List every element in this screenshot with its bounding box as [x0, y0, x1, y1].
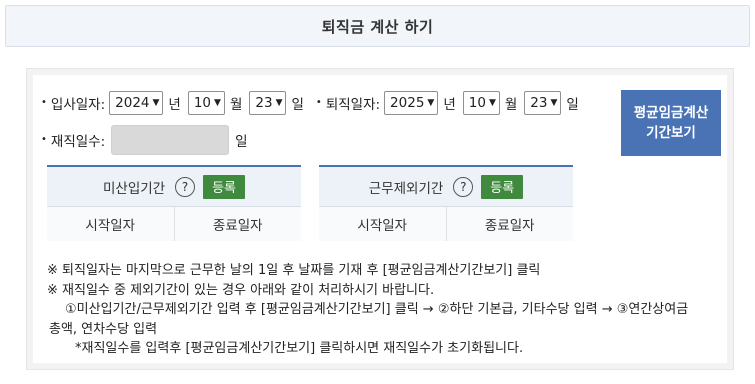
note-line: 총액, 연차수당 입력 — [49, 321, 158, 337]
probation-register-button[interactable]: 등록 — [203, 174, 246, 199]
excluded-register-button[interactable]: 등록 — [481, 174, 524, 199]
start-month-value: 10 — [193, 95, 212, 111]
unit-day: 일 — [566, 97, 579, 113]
chevron-down-icon: ▼ — [427, 98, 435, 108]
excluded-start-date-header: 시작일자 — [319, 207, 447, 241]
start-day-select[interactable]: 23 ▼ — [249, 91, 287, 115]
service-days-label: 재직일수: — [50, 134, 106, 150]
excluded-period-header: 근무제외기간 ? 등록 — [319, 167, 573, 207]
bullet-icon: • — [315, 96, 322, 108]
unit-month: 월 — [229, 97, 243, 113]
bullet-icon: • — [41, 96, 47, 108]
calculator-inner: • 입사일자: 2024 ▼ 년 10 ▼ 월 23 ▼ 일 • 퇴직일자: 2… — [27, 69, 733, 369]
end-year-value: 2025 — [390, 95, 425, 111]
instructions-notes: ※ 퇴직일자는 마지막으로 근무한 날의 1일 후 날짜를 기재 후 [평균임금… — [47, 261, 688, 359]
end-date-label: 퇴직일자: — [325, 97, 381, 113]
service-days-row: • 재직일수: 일 — [41, 125, 248, 155]
help-icon[interactable]: ? — [453, 176, 474, 197]
end-day-select[interactable]: 23 ▼ — [524, 91, 562, 115]
page-header: 퇴직금 계산 하기 — [5, 5, 750, 47]
bullet-icon: • — [41, 133, 47, 145]
chevron-down-icon: ▼ — [550, 98, 558, 108]
end-day-value: 23 — [530, 95, 548, 111]
service-days-input[interactable] — [111, 125, 230, 155]
excluded-period-box: 근무제외기간 ? 등록 시작일자 종료일자 — [319, 165, 573, 241]
chevron-down-icon: ▼ — [214, 98, 221, 108]
note-line: ※ 재직일수 중 제외기간이 있는 경우 아래와 같이 처리하시기 바랍니다. — [47, 282, 435, 298]
probation-end-date-header: 종료일자 — [174, 207, 301, 241]
chevron-down-icon: ▼ — [488, 98, 496, 108]
calculator-panel: • 입사일자: 2024 ▼ 년 10 ▼ 월 23 ▼ 일 • 퇴직일자: 2… — [26, 68, 734, 370]
probation-period-header: 미산입기간 ? 등록 — [47, 167, 301, 207]
excluded-period-columns: 시작일자 종료일자 — [319, 207, 573, 241]
start-date-label: 입사일자: — [50, 97, 106, 113]
excluded-end-date-header: 종료일자 — [446, 207, 573, 241]
excluded-period-title: 근무제외기간 — [368, 180, 444, 197]
chevron-down-icon: ▼ — [275, 98, 283, 108]
chevron-down-icon: ▼ — [152, 98, 160, 108]
note-line: *재직일수를 입력후 [평균임금계산기간보기] 클릭하시면 재직일수가 초기화됩… — [75, 341, 524, 356]
unit-day: 일 — [291, 97, 304, 113]
end-month-value: 10 — [468, 95, 486, 111]
probation-period-columns: 시작일자 종료일자 — [47, 207, 301, 241]
unit-year: 년 — [443, 97, 456, 113]
start-month-select[interactable]: 10 ▼ — [187, 91, 225, 115]
service-days-unit: 일 — [235, 134, 248, 150]
date-row: • 입사일자: 2024 ▼ 년 10 ▼ 월 23 ▼ 일 • 퇴직일자: 2… — [41, 91, 586, 115]
start-year-select[interactable]: 2024 ▼ — [109, 91, 164, 115]
help-icon[interactable]: ? — [175, 176, 196, 197]
view-average-wage-period-button[interactable]: 평균임금계산 기간보기 — [621, 90, 721, 156]
probation-start-date-header: 시작일자 — [47, 207, 175, 241]
unit-year: 년 — [168, 97, 181, 113]
probation-period-box: 미산입기간 ? 등록 시작일자 종료일자 — [47, 165, 301, 241]
note-line: ※ 퇴직일자는 마지막으로 근무한 날의 1일 후 날짜를 기재 후 [평균임금… — [47, 263, 541, 278]
end-year-select[interactable]: 2025 ▼ — [384, 91, 439, 115]
unit-month: 월 — [504, 97, 518, 113]
probation-period-title: 미산입기간 — [102, 180, 166, 197]
start-year-value: 2024 — [115, 95, 150, 111]
note-line: ①미산입기간/근무제외기간 입력 후 [평균임금계산기간보기] 클릭 → ②하단… — [65, 302, 689, 317]
page-title: 퇴직금 계산 하기 — [321, 17, 434, 36]
start-day-value: 23 — [255, 95, 273, 111]
end-month-select[interactable]: 10 ▼ — [462, 91, 500, 115]
